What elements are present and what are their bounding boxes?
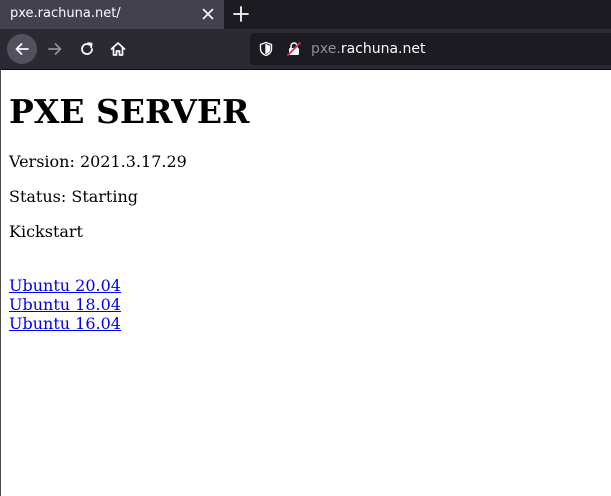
insecure-lock-icon[interactable] [286,41,302,57]
kickstart-heading: Kickstart [9,222,83,241]
link-ubuntu-20-04[interactable]: Ubuntu 20.04 [9,276,121,295]
status-text: Status: Starting [9,187,139,206]
forward-button[interactable] [40,34,70,64]
page-content: PXE SERVER Version: 2021.3.17.29 Status:… [0,70,611,496]
version-text: Version: 2021.3.17.29 [9,152,187,171]
navigation-toolbar: pxe.rachuna.net [0,29,611,70]
home-button[interactable] [103,34,133,64]
back-arrow-icon [15,43,29,55]
reload-icon [81,42,93,55]
url-prefix: pxe. [311,41,341,57]
reload-button[interactable] [72,34,102,64]
close-icon[interactable] [200,6,216,22]
browser-tab[interactable]: pxe.rachuna.net/ [0,0,224,29]
link-ubuntu-18-04[interactable]: Ubuntu 18.04 [9,295,121,314]
tab-title: pxe.rachuna.net/ [10,6,121,21]
back-button[interactable] [7,34,37,64]
page-title: PXE SERVER [9,92,250,131]
shield-icon[interactable] [258,41,274,57]
url-text[interactable]: pxe.rachuna.net [311,41,425,57]
url-host: rachuna.net [340,41,426,57]
url-bar[interactable]: pxe.rachuna.net [250,33,611,65]
tab-strip: pxe.rachuna.net/ [0,0,611,29]
home-icon [110,42,126,56]
new-tab-plus-icon[interactable] [231,4,251,24]
link-ubuntu-16-04[interactable]: Ubuntu 16.04 [9,314,121,333]
forward-arrow-icon [48,43,62,55]
kickstart-links: Ubuntu 20.04 Ubuntu 18.04 Ubuntu 16.04 [9,276,121,333]
